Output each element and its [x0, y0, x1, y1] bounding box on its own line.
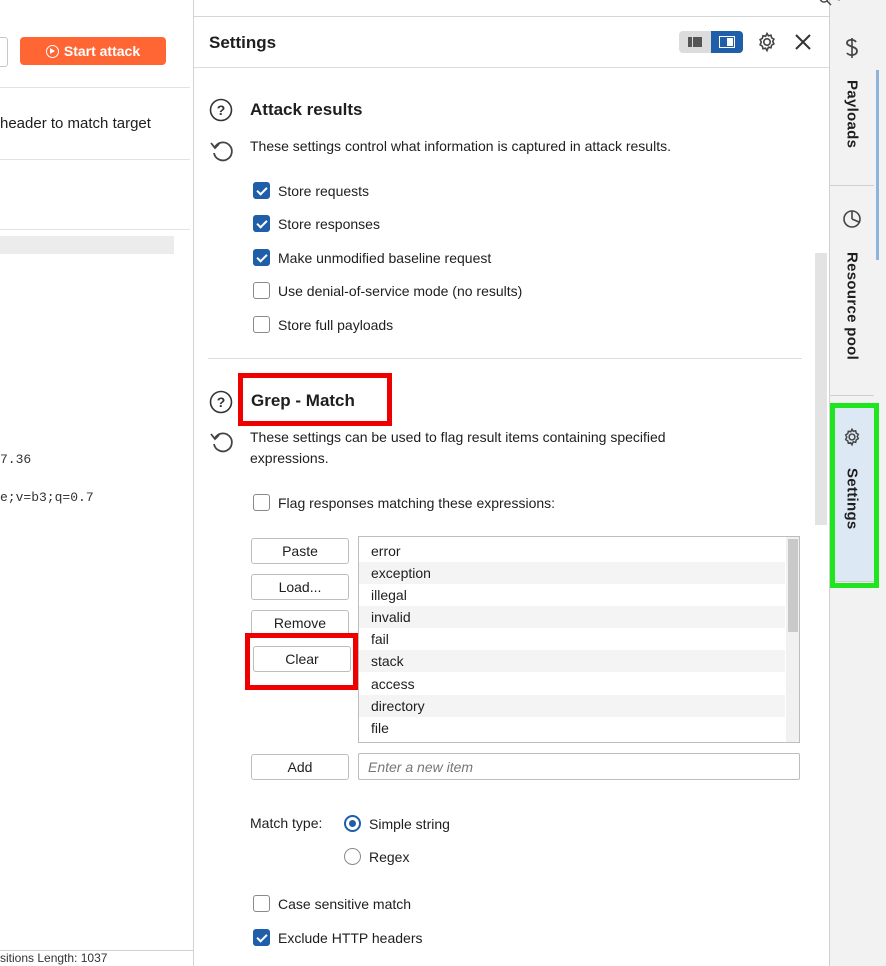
baseline-request-checkbox[interactable] — [253, 249, 270, 266]
flag-responses-checkbox[interactable] — [253, 494, 270, 511]
divider — [0, 159, 190, 160]
request-code-line: 7.36 — [0, 452, 32, 467]
tab-resource-pool[interactable]: Resource pool — [830, 196, 874, 396]
flag-responses-label: Flag responses matching these expression… — [278, 494, 556, 511]
play-icon — [45, 44, 59, 58]
store-requests-checkbox[interactable] — [253, 182, 270, 199]
store-full-payloads-checkbox[interactable] — [253, 316, 270, 333]
help-icon[interactable]: ? — [209, 98, 233, 122]
svg-text:?: ? — [217, 102, 226, 118]
rail-edge — [876, 70, 879, 260]
close-button[interactable] — [791, 30, 815, 54]
simple-string-label: Simple string — [369, 815, 450, 832]
case-sensitive-checkbox[interactable] — [253, 895, 270, 912]
store-full-payloads-label: Store full payloads — [278, 316, 394, 333]
list-item[interactable]: directory — [359, 695, 785, 717]
layout-toggle[interactable] — [679, 31, 743, 53]
list-item[interactable]: access — [359, 673, 785, 695]
close-icon — [795, 34, 811, 50]
exclude-headers-label: Exclude HTTP headers — [278, 929, 423, 946]
load-button[interactable]: Load... — [251, 574, 349, 600]
regex-label: Regex — [369, 848, 410, 865]
tab-resource-pool-label: Resource pool — [843, 252, 861, 361]
annotation-highlight-title — [238, 373, 392, 426]
simple-string-option[interactable]: Simple string — [344, 815, 450, 832]
reset-icon[interactable] — [209, 138, 235, 164]
denial-of-service-label: Use denial-of-service mode (no results) — [278, 282, 523, 299]
top-right-icons — [818, 0, 842, 9]
exclude-headers-option[interactable]: Exclude HTTP headers — [253, 929, 422, 946]
match-type-label: Match type: — [250, 815, 323, 831]
add-button[interactable]: Add — [251, 754, 349, 780]
attack-results-title: Attack results — [250, 100, 363, 119]
case-sensitive-label: Case sensitive match — [278, 895, 412, 912]
annotation-highlight-clear — [245, 633, 358, 690]
annotation-highlight-settings-tab — [830, 403, 879, 588]
start-attack-label: Start attack — [63, 43, 141, 59]
store-responses-label: Store responses — [278, 215, 380, 232]
search-icon — [819, 0, 832, 6]
list-item[interactable]: file — [359, 717, 785, 739]
list-item[interactable]: stack — [359, 650, 785, 672]
attack-results-description: These settings control what information … — [250, 138, 671, 154]
layout-horizontal-icon — [688, 37, 702, 47]
settings-title: Settings — [209, 33, 277, 52]
denial-of-service-checkbox[interactable] — [253, 282, 270, 299]
more-icon — [837, 0, 840, 1]
grep-match-description-line2: expressions. — [250, 450, 329, 466]
pie-chart-icon — [843, 210, 861, 228]
store-full-payloads-option[interactable]: Store full payloads — [253, 316, 393, 333]
flag-responses-option[interactable]: Flag responses matching these expression… — [253, 494, 555, 511]
expressions-list[interactable]: error exception illegal invalid fail sta… — [358, 536, 800, 743]
list-item[interactable]: fail — [359, 628, 785, 650]
layout-vertical-button[interactable] — [711, 31, 743, 53]
store-responses-option[interactable]: Store responses — [253, 215, 380, 232]
layout-vertical-icon — [719, 36, 735, 48]
section-divider — [208, 358, 802, 359]
list-item[interactable]: illegal — [359, 584, 785, 606]
list-item[interactable]: invalid — [359, 606, 785, 628]
simple-string-radio[interactable] — [344, 815, 361, 832]
top-strip — [194, 0, 829, 17]
tab-payloads[interactable]: Payloads — [830, 18, 874, 186]
reset-icon[interactable] — [209, 429, 235, 455]
store-requests-option[interactable]: Store requests — [253, 182, 369, 199]
list-item[interactable]: error — [359, 540, 785, 562]
divider — [0, 229, 190, 230]
grep-match-description: These settings can be used to flag resul… — [250, 427, 666, 469]
help-icon[interactable]: ? — [209, 390, 233, 414]
exclude-headers-checkbox[interactable] — [253, 929, 270, 946]
list-scrollbar-thumb[interactable] — [788, 539, 798, 632]
highlighted-line — [0, 236, 174, 254]
denial-of-service-option[interactable]: Use denial-of-service mode (no results) — [253, 282, 522, 299]
paste-button[interactable]: Paste — [251, 538, 349, 564]
regex-radio[interactable] — [344, 848, 361, 865]
left-pane: Start attack header to match target 7.36… — [0, 0, 194, 966]
settings-gear-button[interactable] — [755, 30, 779, 54]
gear-icon — [759, 31, 775, 53]
dollar-icon — [846, 38, 858, 58]
tab-payloads-label: Payloads — [843, 80, 861, 149]
layout-horizontal-button[interactable] — [679, 31, 711, 53]
new-item-input[interactable] — [358, 753, 800, 780]
header-match-text: header to match target — [0, 115, 151, 132]
grep-match-description-line1: These settings can be used to flag resul… — [250, 429, 666, 445]
baseline-request-option[interactable]: Make unmodified baseline request — [253, 249, 491, 266]
list-item[interactable]: exception — [359, 562, 785, 584]
left-target-field[interactable] — [0, 37, 8, 67]
regex-option[interactable]: Regex — [344, 848, 409, 865]
request-code-line: e;v=b3;q=0.7 — [0, 490, 94, 505]
status-bar: sitions Length: 1037 — [0, 950, 193, 966]
start-attack-button[interactable]: Start attack — [20, 37, 166, 65]
store-requests-label: Store requests — [278, 182, 370, 199]
case-sensitive-option[interactable]: Case sensitive match — [253, 895, 411, 912]
settings-scrollbar[interactable] — [815, 253, 827, 525]
baseline-request-label: Make unmodified baseline request — [278, 249, 492, 266]
svg-text:?: ? — [217, 394, 226, 410]
store-responses-checkbox[interactable] — [253, 215, 270, 232]
